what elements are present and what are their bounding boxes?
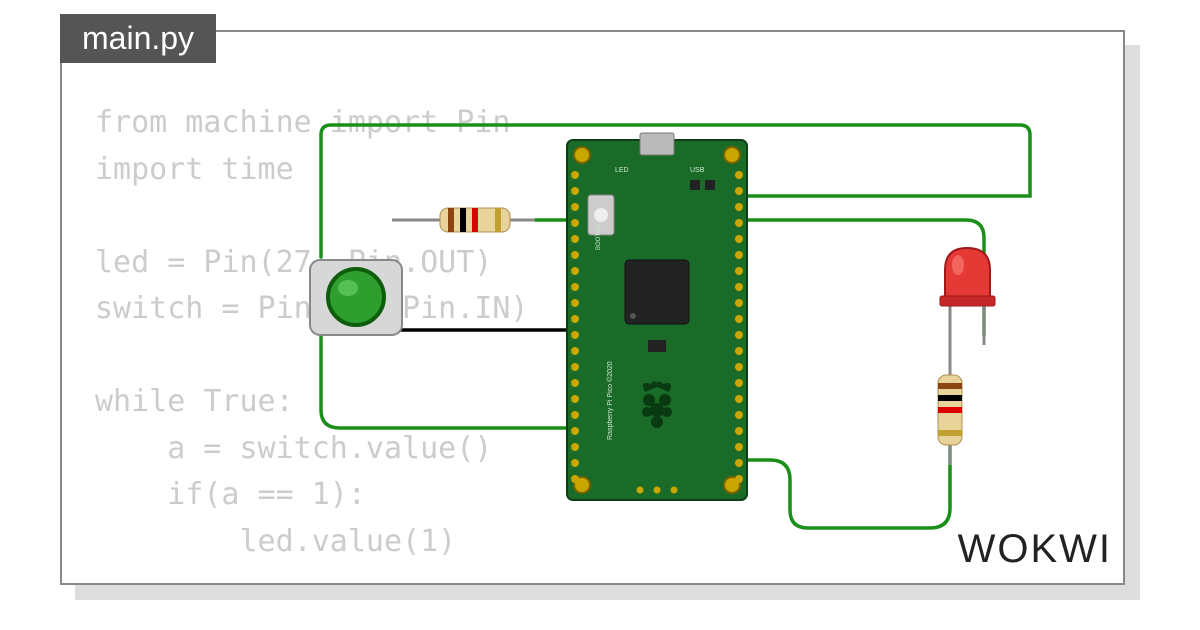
- code-text: from machine import Pin import time led …: [95, 105, 528, 559]
- file-tab-label: main.py: [82, 20, 194, 56]
- brand-logo: WOKWI: [958, 527, 1112, 572]
- brand-text: WOKWI: [958, 527, 1112, 571]
- file-tab[interactable]: main.py: [60, 14, 216, 63]
- code-snippet: from machine import Pin import time led …: [95, 100, 528, 565]
